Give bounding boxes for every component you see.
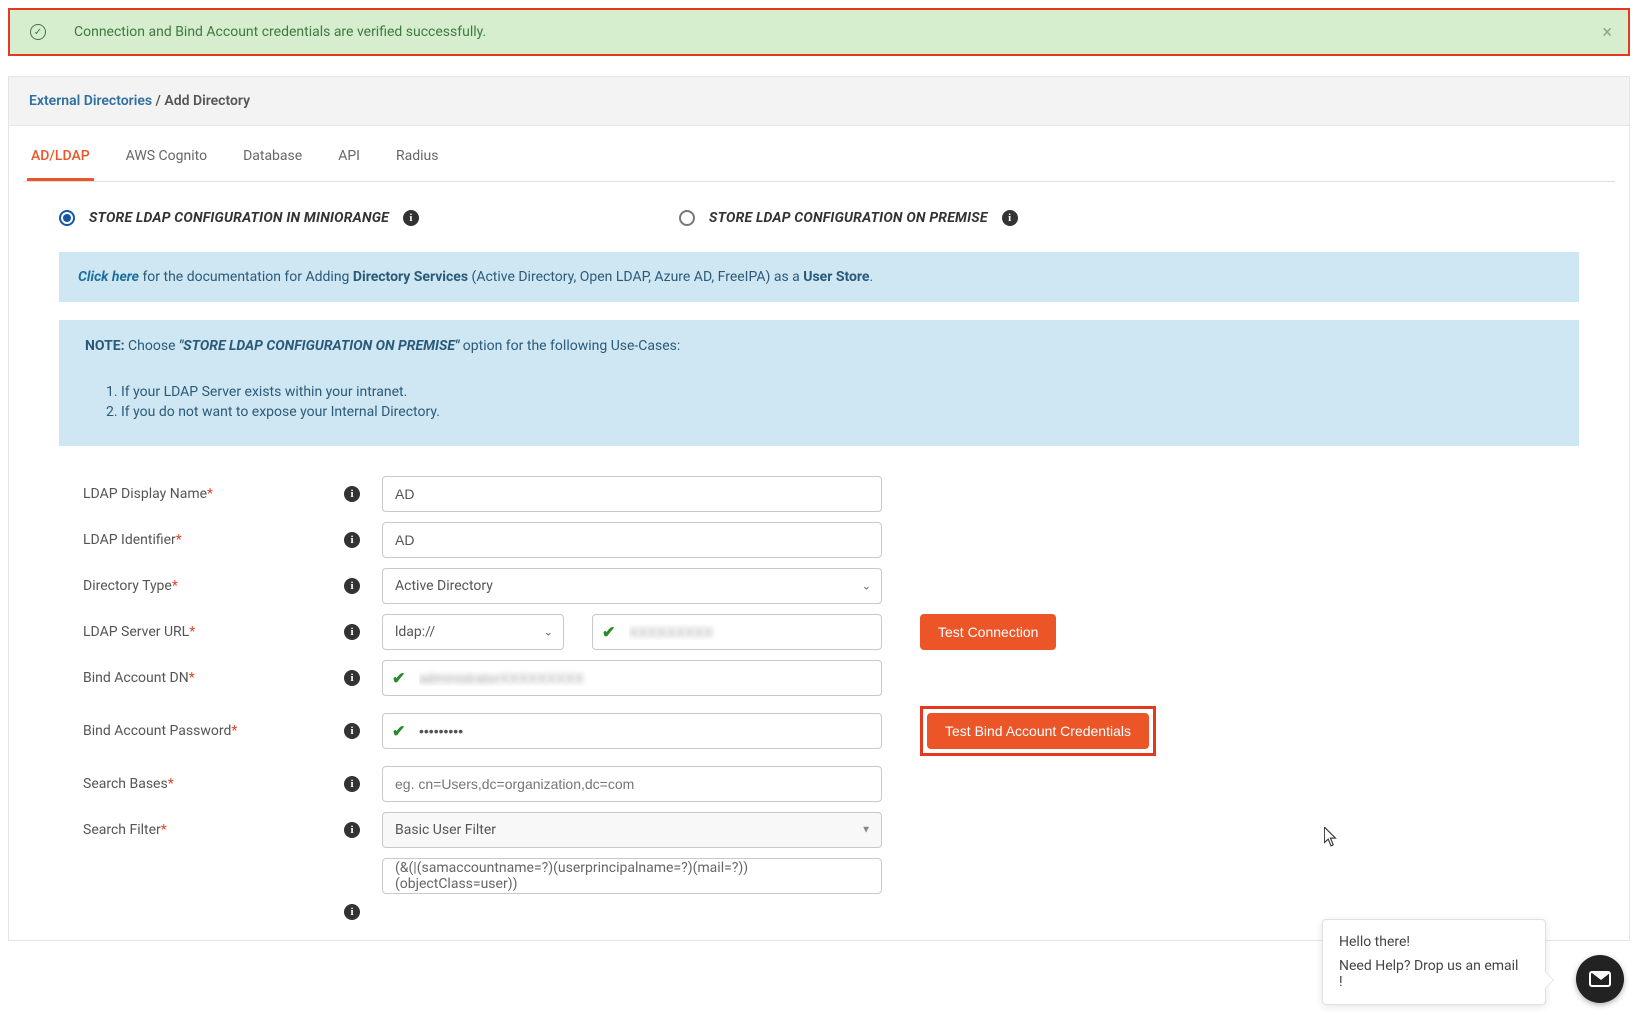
chevron-down-icon: ⌄ — [544, 626, 553, 639]
search-filter-select[interactable]: Basic User Filter ▼ — [382, 812, 882, 848]
radio-onpremise-label: STORE LDAP CONFIGURATION ON PREMISE — [709, 210, 988, 226]
info-icon[interactable] — [344, 670, 360, 686]
radio-icon — [59, 210, 75, 226]
filter-value: (&(|(samaccountname=?)(userprincipalname… — [382, 858, 882, 894]
tab-api[interactable]: API — [334, 136, 364, 181]
tab-database[interactable]: Database — [239, 136, 306, 181]
note-box: NOTE: Choose "STORE LDAP CONFIGURATION O… — [59, 320, 1579, 446]
close-icon[interactable]: × — [1602, 22, 1612, 43]
label-search-bases: Search Bases* — [59, 776, 334, 792]
row-next — [59, 904, 1579, 920]
chat-button[interactable] — [1576, 955, 1624, 1003]
scheme-select[interactable]: ldap:// ⌄ — [382, 614, 564, 650]
radio-icon — [679, 210, 695, 226]
chevron-down-icon: ⌄ — [862, 580, 871, 593]
storage-radio-row: STORE LDAP CONFIGURATION IN MINIORANGE S… — [59, 210, 1579, 226]
info-icon[interactable] — [344, 822, 360, 838]
page-card: External Directories / Add Directory AD/… — [8, 76, 1630, 941]
cursor-icon — [1324, 827, 1338, 847]
row-server-url: LDAP Server URL* ldap:// ⌄ ✔ Test Connec… — [59, 614, 1579, 650]
doc-link-box: Click here for the documentation for Add… — [59, 252, 1579, 302]
label-directory-type: Directory Type* — [59, 578, 334, 594]
bind-pw-field: ✔ — [382, 713, 882, 749]
info-icon[interactable] — [1002, 210, 1018, 226]
mail-icon — [1589, 971, 1611, 987]
tabs: AD/LDAP AWS Cognito Database API Radius — [23, 136, 1615, 182]
breadcrumb-sep: / — [152, 93, 164, 109]
directory-type-select[interactable]: Active Directory ⌄ — [382, 568, 882, 604]
chat-help: Need Help? Drop us an email ! — [1339, 958, 1525, 990]
info-icon[interactable] — [344, 624, 360, 640]
info-icon[interactable] — [344, 904, 360, 920]
chat-tooltip: Hello there! Need Help? Drop us an email… — [1322, 919, 1546, 1005]
radio-miniorange-label: STORE LDAP CONFIGURATION IN MINIORANGE — [89, 210, 389, 226]
bind-pw-input[interactable] — [382, 713, 882, 749]
content: AD/LDAP AWS Cognito Database API Radius … — [9, 126, 1629, 940]
row-directory-type: Directory Type* Active Directory ⌄ — [59, 568, 1579, 604]
note-label: NOTE: — [85, 338, 125, 354]
note-list: If your LDAP Server exists within your i… — [121, 384, 1553, 420]
check-icon: ✔ — [392, 669, 405, 688]
breadcrumb-current: Add Directory — [164, 93, 250, 109]
identifier-input[interactable] — [382, 522, 882, 558]
tab-aws[interactable]: AWS Cognito — [122, 136, 211, 181]
info-icon[interactable] — [344, 532, 360, 548]
row-search-bases: Search Bases* — [59, 766, 1579, 802]
label-bind-dn: Bind Account DN* — [59, 670, 334, 686]
bind-dn-input[interactable] — [382, 660, 882, 696]
bind-dn-field: ✔ — [382, 660, 882, 696]
chat-hello: Hello there! — [1339, 934, 1525, 950]
info-icon[interactable] — [344, 486, 360, 502]
label-bind-pw: Bind Account Password* — [59, 723, 334, 739]
check-icon: ✔ — [602, 623, 615, 642]
test-connection-button[interactable]: Test Connection — [920, 614, 1056, 650]
row-bind-pw: Bind Account Password* ✔ Test Bind Accou… — [59, 706, 1579, 756]
server-field: ✔ — [592, 614, 882, 650]
note-item: If your LDAP Server exists within your i… — [121, 384, 1553, 400]
server-input[interactable] — [592, 614, 882, 650]
check-icon: ✔ — [392, 722, 405, 741]
row-display-name: LDAP Display Name* — [59, 476, 1579, 512]
tab-adldap[interactable]: AD/LDAP — [27, 136, 94, 181]
row-bind-dn: Bind Account DN* ✔ — [59, 660, 1579, 696]
alert-success: ✓ Connection and Bind Account credential… — [8, 8, 1630, 56]
info-icon[interactable] — [344, 578, 360, 594]
doc-link[interactable]: Click here — [78, 269, 139, 285]
label-identifier: LDAP Identifier* — [59, 532, 334, 548]
highlight-box: Test Bind Account Credentials — [920, 706, 1156, 756]
label-display-name: LDAP Display Name* — [59, 486, 334, 502]
caret-right-icon — [1545, 972, 1553, 988]
info-icon[interactable] — [403, 210, 419, 226]
row-search-filter: Search Filter* Basic User Filter ▼ — [59, 812, 1579, 848]
form-body: STORE LDAP CONFIGURATION IN MINIORANGE S… — [23, 182, 1615, 940]
tab-radius[interactable]: Radius — [392, 136, 443, 181]
label-search-filter: Search Filter* — [59, 822, 334, 838]
radio-onpremise[interactable]: STORE LDAP CONFIGURATION ON PREMISE — [679, 210, 1018, 226]
breadcrumb: External Directories / Add Directory — [9, 77, 1629, 126]
row-filter-value: (&(|(samaccountname=?)(userprincipalname… — [59, 858, 1579, 894]
radio-miniorange[interactable]: STORE LDAP CONFIGURATION IN MINIORANGE — [59, 210, 419, 226]
breadcrumb-parent[interactable]: External Directories — [29, 93, 152, 109]
note-item: If you do not want to expose your Intern… — [121, 404, 1553, 420]
info-icon[interactable] — [344, 776, 360, 792]
check-circle-icon: ✓ — [30, 24, 46, 40]
search-bases-input[interactable] — [382, 766, 882, 802]
row-identifier: LDAP Identifier* — [59, 522, 1579, 558]
alert-text: Connection and Bind Account credentials … — [74, 24, 486, 40]
label-server-url: LDAP Server URL* — [59, 624, 334, 640]
test-bind-button[interactable]: Test Bind Account Credentials — [927, 713, 1149, 749]
display-name-input[interactable] — [382, 476, 882, 512]
chevron-down-icon: ▼ — [861, 825, 871, 836]
info-icon[interactable] — [344, 723, 360, 739]
